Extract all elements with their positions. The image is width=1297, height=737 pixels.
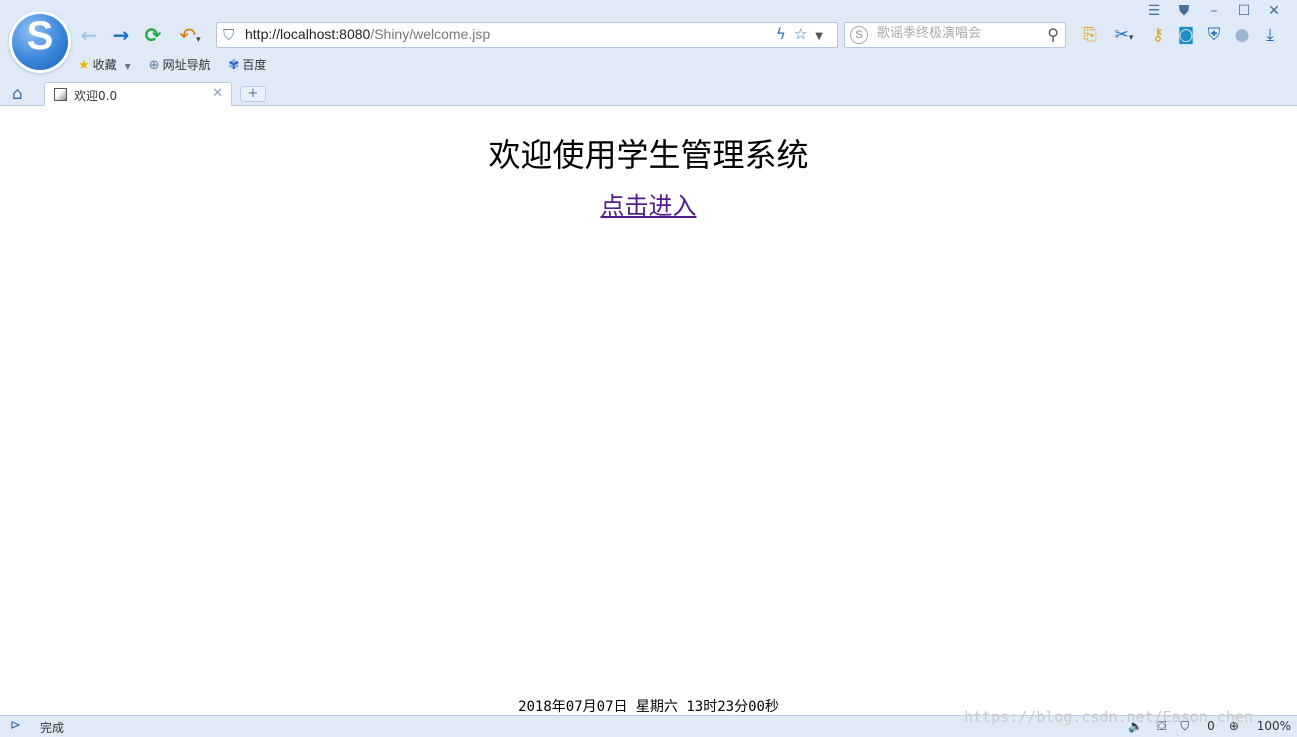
page-content: 欢迎使用学生管理系统 点击进入 2018年07月07日 星期六 13时23分00… <box>0 106 1297 716</box>
tab-welcome[interactable]: 欢迎0.0 ✕ <box>44 82 232 106</box>
download-icon[interactable]: ⤓ <box>1256 22 1284 48</box>
star-icon: ★ <box>78 58 90 73</box>
close-tab-icon[interactable]: ✕ <box>212 86 223 101</box>
menu-icon[interactable]: ☰ <box>1139 2 1169 20</box>
search-input[interactable] <box>877 26 1037 41</box>
page-title: 欢迎使用学生管理系统 <box>488 136 809 174</box>
baidu-paw-icon: ✾ <box>228 58 240 73</box>
zoom-control[interactable]: ⊕ 100% <box>1229 719 1291 733</box>
address-bar[interactable]: ⛉ http://localhost:8080/Shiny/welcome.js… <box>216 22 838 48</box>
page-favicon-icon <box>54 88 67 101</box>
search-icon[interactable]: ⚲ <box>1047 25 1059 44</box>
speed-mode-icon[interactable]: ϟ <box>776 25 794 43</box>
chevron-down-icon[interactable]: ▼ <box>125 62 131 71</box>
bookmarks-bar: ★ 收藏 ▼ ⊕ 网址导航 ✾ 百度 <box>78 56 280 76</box>
key-icon[interactable]: ⚷ <box>1144 22 1172 48</box>
new-tab-button[interactable]: + <box>240 86 266 102</box>
address-url[interactable]: http://localhost:8080/Shiny/welcome.jsp <box>245 26 490 42</box>
forward-arrow-icon[interactable]: → <box>108 22 134 48</box>
media-icon[interactable]: ⛋ <box>1157 719 1166 733</box>
skin-shirt-icon[interactable]: ⛊ <box>1169 2 1199 20</box>
maximize-icon[interactable]: ☐ <box>1229 2 1259 20</box>
refresh-icon[interactable]: ⟳ <box>140 22 166 48</box>
screenshot-scissors-icon[interactable]: ✂▾ <box>1104 22 1144 51</box>
extension-icon[interactable]: ⎘ <box>1076 22 1104 48</box>
status-text: 完成 <box>40 721 65 735</box>
enter-link[interactable]: 点击进入 <box>601 192 697 220</box>
tab-strip: ⌂ 欢迎0.0 ✕ + <box>0 82 1297 106</box>
translate-icon[interactable]: ◙ <box>1172 22 1200 48</box>
status-bar: ⊳ 完成 https://blog.csdn.net/Eason_chen 🔈 ⛋… <box>0 708 1297 737</box>
address-dropdown-icon[interactable]: ▼ <box>815 31 831 42</box>
undo-close-tab-icon[interactable]: ↶▾ <box>172 22 208 48</box>
bookmark-baidu[interactable]: ✾ 百度 <box>228 56 266 73</box>
globe-icon: ⊕ <box>148 58 160 73</box>
security-shield-icon: ⛉ <box>223 26 235 44</box>
bookmark-favorites[interactable]: ★ 收藏 ▼ <box>78 56 131 73</box>
search-box[interactable]: S ⚲ <box>844 22 1066 48</box>
volume-icon[interactable]: 🔈 <box>1128 719 1143 733</box>
bookmark-nav[interactable]: ⊕ 网址导航 <box>149 56 211 73</box>
ad-block-icon[interactable]: ⛉ 0 <box>1180 719 1214 733</box>
favorite-star-icon[interactable]: ☆ <box>794 25 815 43</box>
search-engine-icon[interactable]: S <box>850 26 868 44</box>
tab-title: 欢迎0.0 <box>74 89 118 103</box>
sogou-browser-logo-icon[interactable]: S <box>12 14 68 70</box>
window-controls: ☰ ⛊ – ☐ ✕ <box>1139 0 1289 20</box>
browser-chrome: S ← → ⟳ ↶▾ ⛉ http://localhost:8080/Shiny… <box>0 0 1297 106</box>
toolbar-tools: ⎘ ✂▾ ⚷ ◙ ⛨ ● ⤓ <box>1076 22 1284 48</box>
enter-link-wrapper: 点击进入 <box>0 186 1297 221</box>
minimize-icon[interactable]: – <box>1199 2 1229 20</box>
close-window-icon[interactable]: ✕ <box>1259 2 1289 20</box>
more-options-icon[interactable]: ● <box>1228 22 1256 48</box>
shield-guard-icon[interactable]: ⛨ <box>1200 22 1228 48</box>
back-arrow-icon[interactable]: ← <box>76 22 102 48</box>
home-icon[interactable]: ⌂ <box>12 84 23 104</box>
sidebar-toggle-icon[interactable]: ⊳ <box>10 718 21 733</box>
